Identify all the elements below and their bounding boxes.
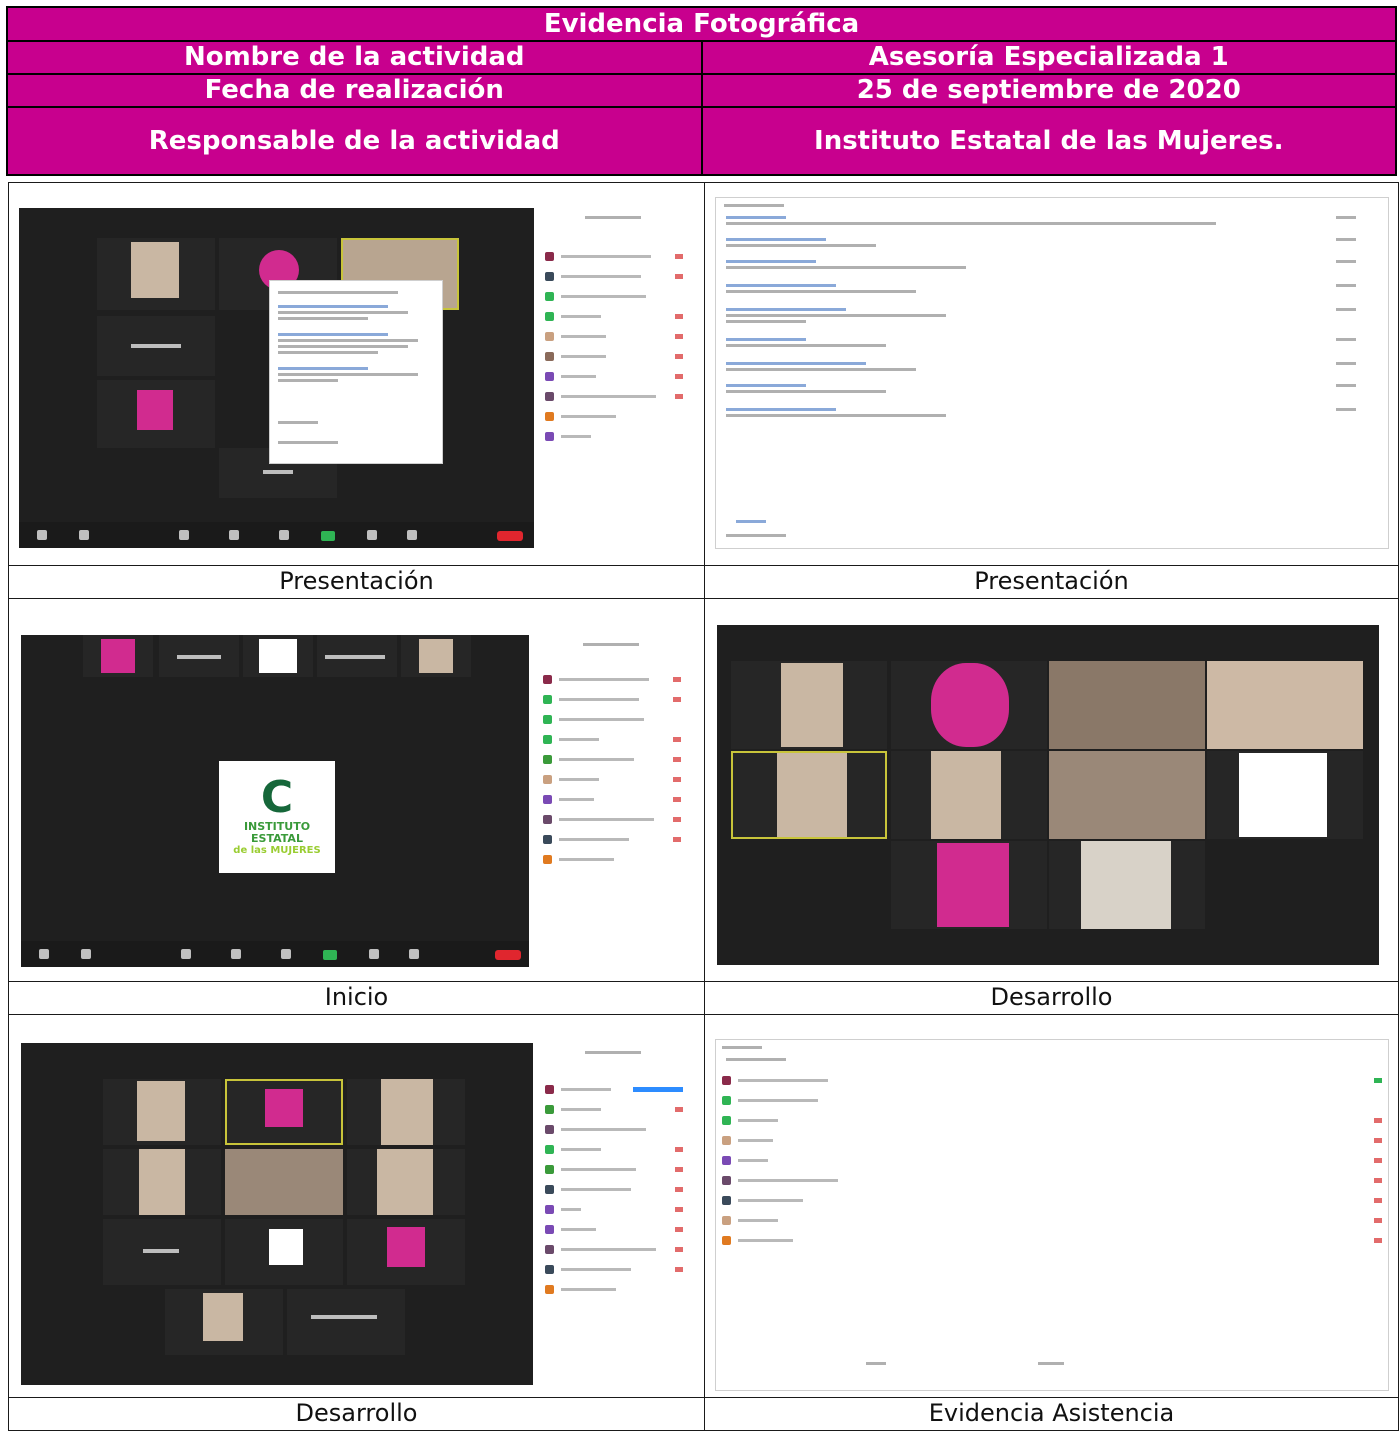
logo-line-2: de las MUJERES	[233, 845, 321, 856]
participants-panel-2	[537, 635, 687, 967]
photo-cell-6	[704, 1014, 1399, 1398]
photo-caption-1: Presentación	[8, 565, 705, 599]
photo-caption-2: Presentación	[704, 565, 1399, 599]
activity-name-value: Asesoría Especializada 1	[700, 40, 1397, 75]
zoom-chat-screenshot	[715, 197, 1389, 549]
header-table: Evidencia Fotográfica Nombre de la activ…	[6, 6, 1397, 176]
document-title: Evidencia Fotográfica	[6, 6, 1397, 42]
zoom-gallery-participants-screenshot	[21, 1043, 533, 1385]
date-label: Fecha de realización	[6, 73, 703, 108]
responsible-label: Responsable de la actividad	[6, 106, 703, 176]
activity-name-label: Nombre de la actividad	[6, 40, 703, 75]
chat-window	[269, 280, 443, 464]
photo-caption-3: Inicio	[8, 981, 705, 1015]
date-value: 25 de septiembre de 2020	[700, 73, 1397, 108]
zoom-shared-logo-screenshot: C INSTITUTO ESTATAL de las MUJERES	[21, 635, 529, 967]
zoom-gallery-screenshot	[717, 625, 1379, 965]
logo-line-1: INSTITUTO ESTATAL	[243, 820, 311, 845]
photo-cell-1	[8, 182, 705, 566]
photo-caption-4: Desarrollo	[704, 981, 1399, 1015]
zoom-meeting-screenshot	[19, 208, 534, 548]
participants-panel-3	[539, 1043, 689, 1385]
participants-panel	[539, 208, 689, 548]
photo-cell-2	[704, 182, 1399, 566]
participants-list-screenshot	[715, 1039, 1389, 1391]
photo-cell-3: C INSTITUTO ESTATAL de las MUJERES	[8, 598, 705, 982]
photo-cell-4	[704, 598, 1399, 982]
photo-cell-5	[8, 1014, 705, 1398]
institute-logo: C INSTITUTO ESTATAL de las MUJERES	[219, 775, 335, 857]
responsible-value: Instituto Estatal de las Mujeres.	[700, 106, 1397, 176]
